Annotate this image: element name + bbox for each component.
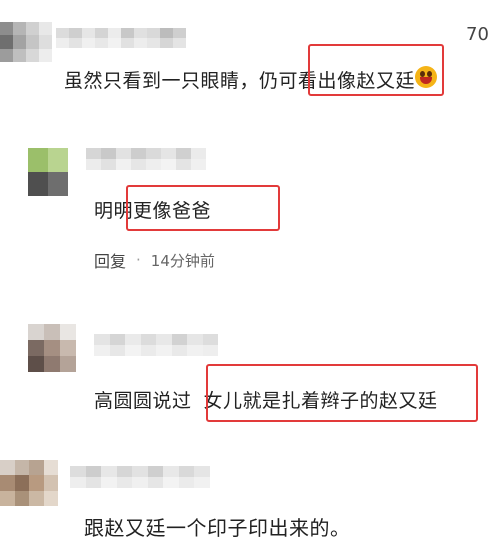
username-blurred [70,466,210,488]
username-blurred [56,28,186,48]
highlight-box [308,44,444,96]
timestamp: 14分钟前 [150,251,215,270]
like-count[interactable]: 70 [466,24,489,45]
comment-text-plain: 虽然只看到一只眼睛，仍可看 [64,70,318,92]
avatar-blurred [28,148,68,196]
username-blurred [86,148,206,170]
comment-text-plain: 跟赵又廷一个印子印出来的。 [84,516,351,540]
avatar-blurred [0,460,58,506]
highlight-box [206,364,478,422]
comment-text-plain: 高圆圆说过 [94,390,192,412]
avatar-blurred [28,324,76,372]
username-blurred [94,334,218,356]
separator-dot: · [136,251,141,269]
highlight-box [126,185,280,231]
comment-text: 跟赵又廷一个印子印出来的。 [84,512,351,541]
reply-button[interactable]: 回复 [94,248,126,272]
avatar-blurred [0,22,52,62]
comment-meta: 回复 · 14分钟前 [94,248,215,272]
